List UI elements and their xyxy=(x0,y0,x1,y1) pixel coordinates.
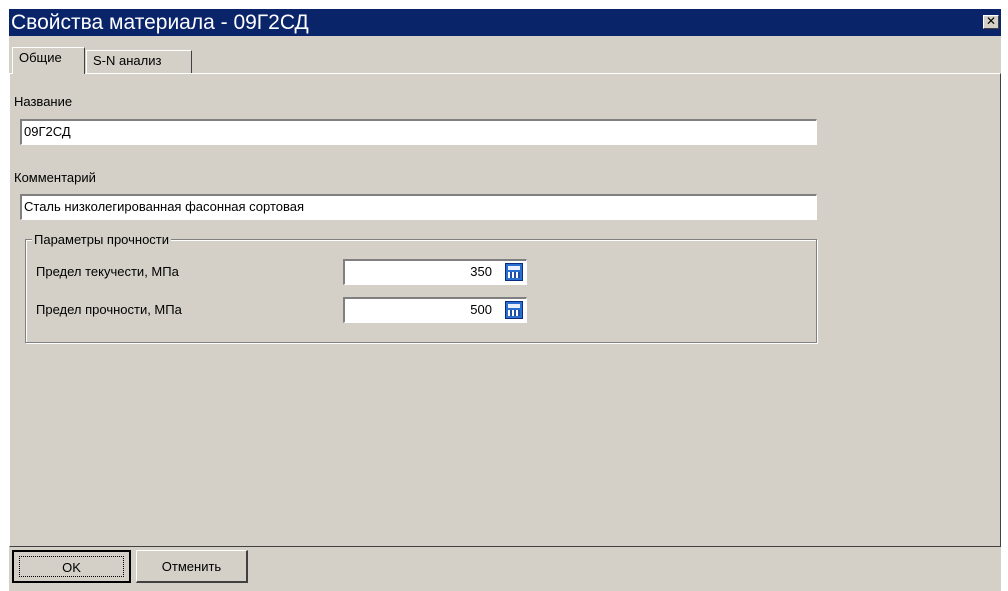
calculator-icon[interactable] xyxy=(505,301,523,319)
yield-strength-label: Предел текучести, МПа xyxy=(36,264,179,279)
calculator-icon[interactable] xyxy=(505,263,523,281)
tab-general[interactable]: Общие xyxy=(12,47,85,74)
title-bar[interactable]: Свойства материала - 09Г2СД ✕ xyxy=(9,9,1001,36)
close-icon: ✕ xyxy=(985,14,997,28)
ultimate-strength-label: Предел прочности, МПа xyxy=(36,302,182,317)
name-field[interactable]: 09Г2СД xyxy=(20,119,817,145)
ok-button-label: OK xyxy=(19,556,124,577)
name-label: Название xyxy=(14,94,73,109)
material-properties-dialog: Свойства материала - 09Г2СД ✕ Общие S-N … xyxy=(9,9,1001,591)
strength-parameters-title: Параметры прочности xyxy=(32,232,172,247)
yield-strength-field[interactable]: 350 xyxy=(343,259,527,285)
tab-sn-analysis[interactable]: S-N анализ xyxy=(86,50,192,73)
tab-strip: Общие S-N анализ xyxy=(9,36,1001,76)
close-button[interactable]: ✕ xyxy=(983,15,999,29)
ok-button[interactable]: OK xyxy=(12,550,131,583)
comment-label: Комментарий xyxy=(14,170,96,185)
ultimate-strength-field[interactable]: 500 xyxy=(343,297,527,323)
comment-field[interactable]: Сталь низколегированная фасонная сортова… xyxy=(20,194,817,220)
cancel-button[interactable]: Отменить xyxy=(136,550,248,583)
strength-parameters-group xyxy=(25,239,817,343)
yield-strength-value: 350 xyxy=(470,264,492,279)
ultimate-strength-value: 500 xyxy=(470,302,492,317)
window-title: Свойства материала - 09Г2СД xyxy=(11,11,309,34)
